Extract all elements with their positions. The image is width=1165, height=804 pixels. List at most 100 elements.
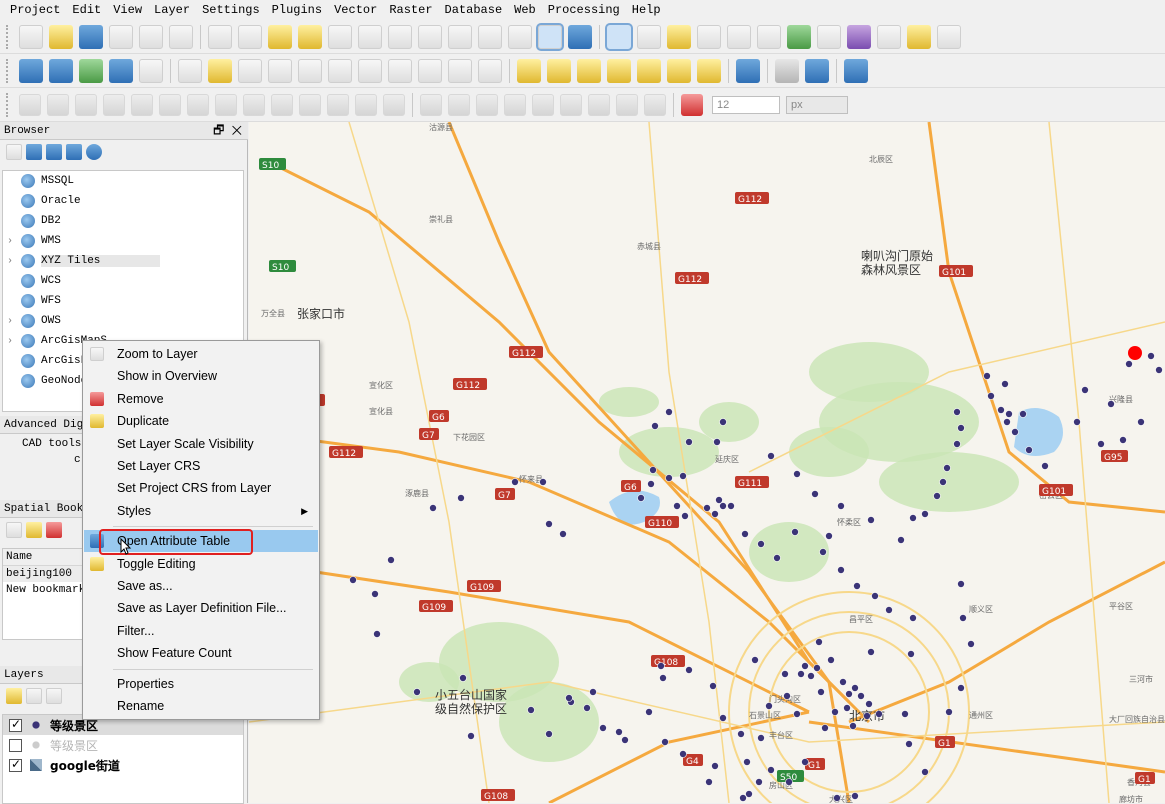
menu-view[interactable]: View <box>107 0 148 20</box>
expand-arrow-icon[interactable]: › <box>7 236 21 247</box>
move-label-icon[interactable] <box>637 58 661 83</box>
zoom-bookmark-icon[interactable] <box>6 522 22 538</box>
menu-item-styles[interactable]: Styles ▶ <box>84 500 318 522</box>
statistics-icon[interactable] <box>787 24 811 49</box>
undo-icon[interactable] <box>448 58 472 83</box>
zoom-full-icon[interactable] <box>358 24 382 49</box>
browser-item-wcs[interactable]: WCS <box>3 271 243 291</box>
help-icon[interactable] <box>844 58 868 83</box>
spy-icon[interactable] <box>775 58 799 83</box>
layer-visibility-checkbox[interactable] <box>9 738 22 752</box>
dig-9-icon[interactable] <box>243 93 265 116</box>
menu-plugins[interactable]: Plugins <box>266 0 328 20</box>
save-as-icon[interactable] <box>109 24 133 49</box>
menu-database[interactable]: Database <box>439 0 509 20</box>
show-bookmarks-icon[interactable] <box>536 22 564 51</box>
layer-visibility-checkbox[interactable] <box>9 757 22 772</box>
adv-2-icon[interactable] <box>448 93 470 116</box>
menu-item-save-as-layer-definition-file[interactable]: Save as Layer Definition File... <box>84 597 318 619</box>
field-calculator-icon[interactable] <box>817 24 841 49</box>
browser-item-mssql[interactable]: MSSQL <box>3 171 243 191</box>
menu-help[interactable]: Help <box>626 0 667 20</box>
sigma-icon[interactable] <box>847 24 871 49</box>
expand-arrow-icon[interactable]: › <box>7 256 21 267</box>
browser-item-wfs[interactable]: WFS <box>3 291 243 311</box>
measure-dropdown-icon[interactable] <box>877 24 901 49</box>
menu-item-show-in-overview[interactable]: Show in Overview <box>84 365 318 387</box>
add-raster-icon[interactable] <box>49 58 73 83</box>
browser-item-db2[interactable]: DB2 <box>3 211 243 231</box>
paste-icon[interactable] <box>418 58 442 83</box>
select-features-icon[interactable] <box>667 24 691 49</box>
menu-processing[interactable]: Processing <box>542 0 626 20</box>
annotation-icon[interactable] <box>907 24 931 49</box>
info-icon[interactable] <box>86 144 102 160</box>
menu-item-rename[interactable]: Rename <box>84 695 318 717</box>
dig-11-icon[interactable] <box>299 93 321 116</box>
menu-item-set-project-crs-from-layer[interactable]: Set Project CRS from Layer <box>84 477 318 499</box>
zoom-layer-icon[interactable] <box>388 24 412 49</box>
dig-7-icon[interactable] <box>187 93 209 116</box>
dig-13-icon[interactable] <box>355 93 377 116</box>
select-dropdown-icon[interactable] <box>697 24 721 49</box>
rotate-label-icon[interactable] <box>667 58 691 83</box>
measure-icon[interactable] <box>637 24 661 49</box>
save-edits-icon[interactable] <box>238 58 262 83</box>
toolbar-grip[interactable] <box>6 58 10 83</box>
adv-7-icon[interactable] <box>588 93 610 116</box>
new-project-icon[interactable] <box>19 24 43 49</box>
adv-4-icon[interactable] <box>504 93 526 116</box>
current-edits-icon[interactable] <box>178 58 202 83</box>
adv-1-icon[interactable] <box>420 93 442 116</box>
new-bookmark-icon[interactable] <box>26 522 42 538</box>
save-project-icon[interactable] <box>79 24 103 49</box>
text-annotation-icon[interactable] <box>937 24 961 49</box>
refresh-icon[interactable] <box>26 144 42 160</box>
menu-settings[interactable]: Settings <box>196 0 266 20</box>
zoom-in-icon[interactable] <box>268 24 292 49</box>
menu-item-filter[interactable]: Filter... <box>84 620 318 642</box>
menu-item-set-layer-crs[interactable]: Set Layer CRS <box>84 455 318 477</box>
dig-1-icon[interactable] <box>19 93 41 116</box>
db-manager-icon[interactable] <box>736 58 760 83</box>
deselect-icon[interactable] <box>727 24 751 49</box>
layer-visibility-checkbox[interactable] <box>9 717 22 732</box>
adv-5-icon[interactable] <box>532 93 554 116</box>
expand-arrow-icon[interactable]: › <box>7 336 21 347</box>
layer-item[interactable]: google街道 <box>3 755 243 775</box>
add-group-icon[interactable] <box>26 688 42 704</box>
new-bookmark-icon[interactable] <box>508 24 532 49</box>
zoom-selection-icon[interactable] <box>418 24 442 49</box>
digitize-icon[interactable] <box>79 58 103 83</box>
browser-item-ows[interactable]: › OWS <box>3 311 243 331</box>
map-svg[interactable]: 张家口市喇叭沟门原始森林风景区小五台山国家级自然保护区崇礼县赤城县怀来县涿鹿县下… <box>249 122 1165 803</box>
expand-arrow-icon[interactable]: › <box>7 316 21 327</box>
toolbar-grip[interactable] <box>6 24 10 49</box>
browser-item-xyz-tiles[interactable]: › XYZ Tiles <box>3 251 243 271</box>
attribute-table-icon[interactable] <box>757 24 781 49</box>
dig-12-icon[interactable] <box>327 93 349 116</box>
new-print-layout-icon[interactable] <box>139 24 163 49</box>
dig-3-icon[interactable] <box>75 93 97 116</box>
menu-web[interactable]: Web <box>508 0 542 20</box>
dig-8-icon[interactable] <box>215 93 237 116</box>
zoom-out-icon[interactable] <box>298 24 322 49</box>
visibility-icon[interactable] <box>46 688 62 704</box>
show-label-icon[interactable] <box>607 58 631 83</box>
menu-item-properties[interactable]: Properties <box>84 673 318 695</box>
menu-item-duplicate[interactable]: Duplicate <box>84 410 318 432</box>
pan-icon[interactable] <box>208 24 232 49</box>
change-label-icon[interactable] <box>697 58 721 83</box>
magnet-icon[interactable] <box>681 93 703 116</box>
vertex-tool-icon[interactable] <box>298 58 322 83</box>
menu-edit[interactable]: Edit <box>66 0 107 20</box>
collapse-all-icon[interactable] <box>66 144 82 160</box>
menu-raster[interactable]: Raster <box>383 0 438 20</box>
adv-3-icon[interactable] <box>476 93 498 116</box>
zoom-native-icon[interactable] <box>328 24 352 49</box>
toolbar-grip[interactable] <box>6 92 10 117</box>
adv-6-icon[interactable] <box>560 93 582 116</box>
style-icon[interactable] <box>6 688 22 704</box>
menu-item-set-layer-scale-visibility[interactable]: Set Layer Scale Visibility <box>84 433 318 455</box>
copy-icon[interactable] <box>388 58 412 83</box>
